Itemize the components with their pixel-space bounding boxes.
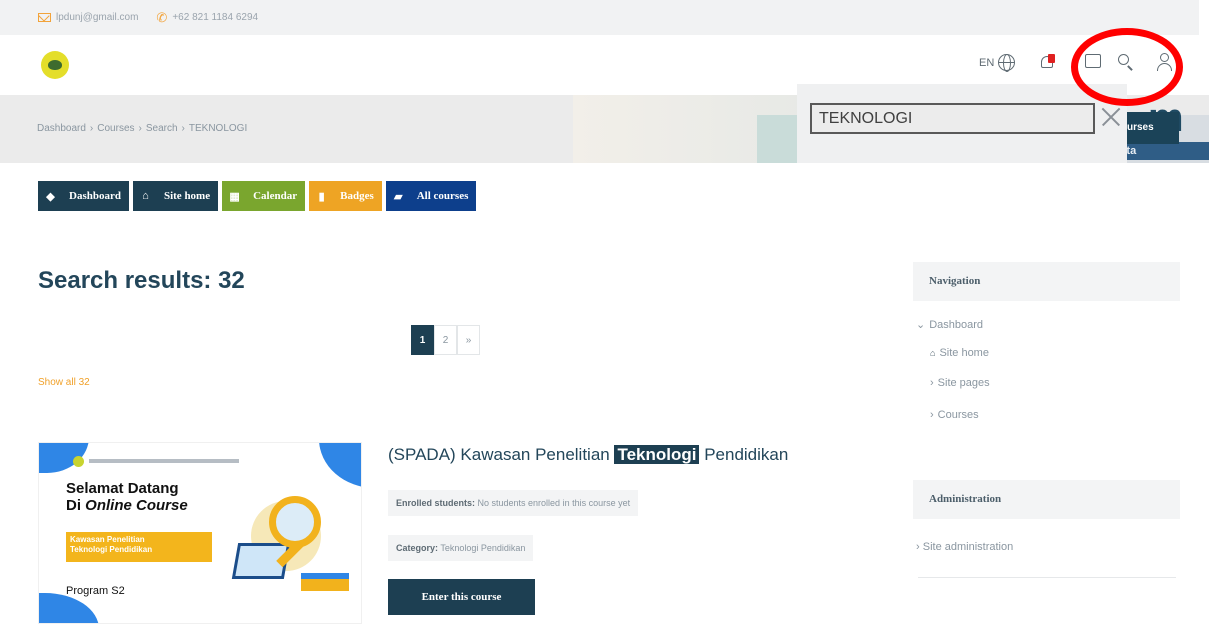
show-all-link[interactable]: Show all 32 xyxy=(38,377,90,388)
notification-badge xyxy=(1048,54,1055,63)
breadcrumb-courses[interactable]: Courses xyxy=(97,123,134,134)
category-value[interactable]: Teknologi Pendidikan xyxy=(438,543,525,553)
breadcrumb-search[interactable]: Search xyxy=(146,123,178,134)
course-thumbnail[interactable]: Selamat Datang Di Online Course Kawasan … xyxy=(38,442,362,624)
page-title: Search results: 32 xyxy=(38,267,245,294)
magnifier-illustration xyxy=(269,496,321,548)
dashboard-icon: ◆ xyxy=(46,190,55,203)
all-courses-button-label: All courses xyxy=(416,190,469,202)
phone-icon: ✆ xyxy=(156,10,168,25)
all-courses-button[interactable]: ▰ All courses xyxy=(385,181,477,211)
course-title-before: (SPADA) Kawasan Penelitian xyxy=(388,445,615,464)
site-logo[interactable] xyxy=(41,51,69,79)
chevron-right-icon: › xyxy=(930,377,934,389)
thumbnail-tag-line-2: Teknologi Pendidikan xyxy=(70,544,153,554)
site-home-button-label: Site home xyxy=(163,190,211,202)
home-icon: ⌂ xyxy=(142,190,149,202)
close-icon[interactable] xyxy=(1098,102,1122,132)
nav-item-label: Site home xyxy=(939,347,989,359)
notification-bell-icon[interactable] xyxy=(1040,54,1055,70)
thumbnail-shape xyxy=(319,443,361,488)
badges-button[interactable]: ▮ Badges xyxy=(309,181,382,211)
home-icon: ⌂ xyxy=(930,348,936,358)
page-2-link[interactable]: 2 xyxy=(434,325,457,355)
nav-item-site-pages[interactable]: › Site pages xyxy=(930,377,990,389)
thumbnail-heading-italic: Online Course xyxy=(85,497,188,514)
phone-contact[interactable]: ✆ +62 821 1184 6294 xyxy=(156,11,258,24)
phone-text[interactable]: +62 821 1184 6294 xyxy=(172,12,258,23)
navigation-block-heading: Navigation xyxy=(913,262,1180,301)
sidebar-divider xyxy=(918,577,1176,578)
pagination: 1 2 » xyxy=(411,325,480,355)
thumbnail-logo xyxy=(73,456,84,467)
calendar-button[interactable]: ▦ Calendar xyxy=(222,181,306,211)
breadcrumb-dashboard[interactable]: Dashboard xyxy=(37,123,86,134)
nav-item-label: Courses xyxy=(937,409,979,421)
breadcrumb-separator: › xyxy=(181,123,185,134)
email-text[interactable]: lpdunj@gmail.com xyxy=(56,12,138,23)
search-input[interactable] xyxy=(810,103,1095,134)
nav-item-label: Site pages xyxy=(937,377,990,389)
enter-course-button[interactable]: Enter this course xyxy=(388,579,535,615)
site-home-button[interactable]: ⌂ Site home xyxy=(132,181,219,211)
breadcrumb-current: TEKNOLOGI xyxy=(188,123,248,134)
thumbnail-tag-line-1: Kawasan Penelitian xyxy=(70,535,145,544)
nav-item-courses[interactable]: › Courses xyxy=(930,409,979,421)
breadcrumb-separator: › xyxy=(89,123,94,134)
admin-item-label: Site administration xyxy=(922,541,1014,553)
calendar-button-label: Calendar xyxy=(253,190,298,202)
language-menu[interactable]: EN xyxy=(979,54,1016,72)
bookmark-icon: ▮ xyxy=(318,190,325,203)
course-title-highlight: Teknologi xyxy=(614,445,700,464)
badges-button-label: Badges xyxy=(340,190,374,202)
thumbnail-heading-2: Di Online Course xyxy=(66,497,188,515)
thumbnail-shape xyxy=(39,593,99,623)
enrolled-value: No students enrolled in this course yet xyxy=(475,498,631,508)
nav-item-dashboard[interactable]: ⌄ Dashboard xyxy=(916,318,984,332)
search-popover xyxy=(797,84,1127,163)
expand-chevron-icon: ⌄ xyxy=(916,319,926,331)
next-page-link[interactable]: » xyxy=(457,325,480,355)
books-illustration xyxy=(301,573,349,591)
administration-block-heading: Administration xyxy=(913,480,1180,519)
enrolled-students-info: Enrolled students: No students enrolled … xyxy=(388,490,639,516)
category-label: Category: xyxy=(396,543,439,553)
thumbnail-heading-prefix: Di xyxy=(66,497,86,514)
breadcrumb-separator: › xyxy=(138,123,142,134)
banner-image-detail xyxy=(757,115,797,163)
mail-icon xyxy=(38,13,51,22)
nav-item-site-home[interactable]: ⌂ Site home xyxy=(930,347,989,359)
dashboard-button[interactable]: ◆ Dashboard xyxy=(38,181,129,211)
globe-icon xyxy=(998,54,1016,72)
enrolled-label: Enrolled students: xyxy=(396,498,476,508)
banner-courses-button[interactable]: urses xyxy=(1120,112,1179,144)
chevron-right-icon: › xyxy=(930,409,934,421)
annotation-circle xyxy=(1071,28,1183,106)
quick-nav-buttons: ◆ Dashboard ⌂ Site home ▦ Calendar ▮ Bad… xyxy=(38,181,477,211)
course-title-link[interactable]: (SPADA) Kawasan Penelitian Teknologi Pen… xyxy=(388,445,788,465)
thumbnail-tag: Kawasan Penelitian Teknologi Pendidikan xyxy=(66,532,212,562)
thumbnail-program: Program S2 xyxy=(66,585,125,597)
thumbnail-heading-1: Selamat Datang xyxy=(66,480,179,497)
email-contact[interactable]: lpdunj@gmail.com xyxy=(38,12,138,23)
calendar-icon: ▦ xyxy=(229,190,240,203)
breadcrumb: Dashboard › Courses › Search › TEKNOLOGI xyxy=(37,123,247,134)
course-title-after: Pendidikan xyxy=(699,445,789,464)
dashboard-button-label: Dashboard xyxy=(69,190,121,202)
courses-icon: ▰ xyxy=(394,190,403,203)
page-1-link[interactable]: 1 xyxy=(411,325,434,355)
language-code: EN xyxy=(979,56,995,69)
category-info: Category: Teknologi Pendidikan xyxy=(388,535,534,561)
nav-item-site-administration[interactable]: › Site administration xyxy=(916,541,1013,553)
chevron-right-icon: › xyxy=(916,541,920,553)
nav-item-label: Dashboard xyxy=(929,318,984,331)
thumbnail-header-text xyxy=(89,459,239,463)
contact-bar: lpdunj@gmail.com ✆ +62 821 1184 6294 xyxy=(0,0,1199,35)
